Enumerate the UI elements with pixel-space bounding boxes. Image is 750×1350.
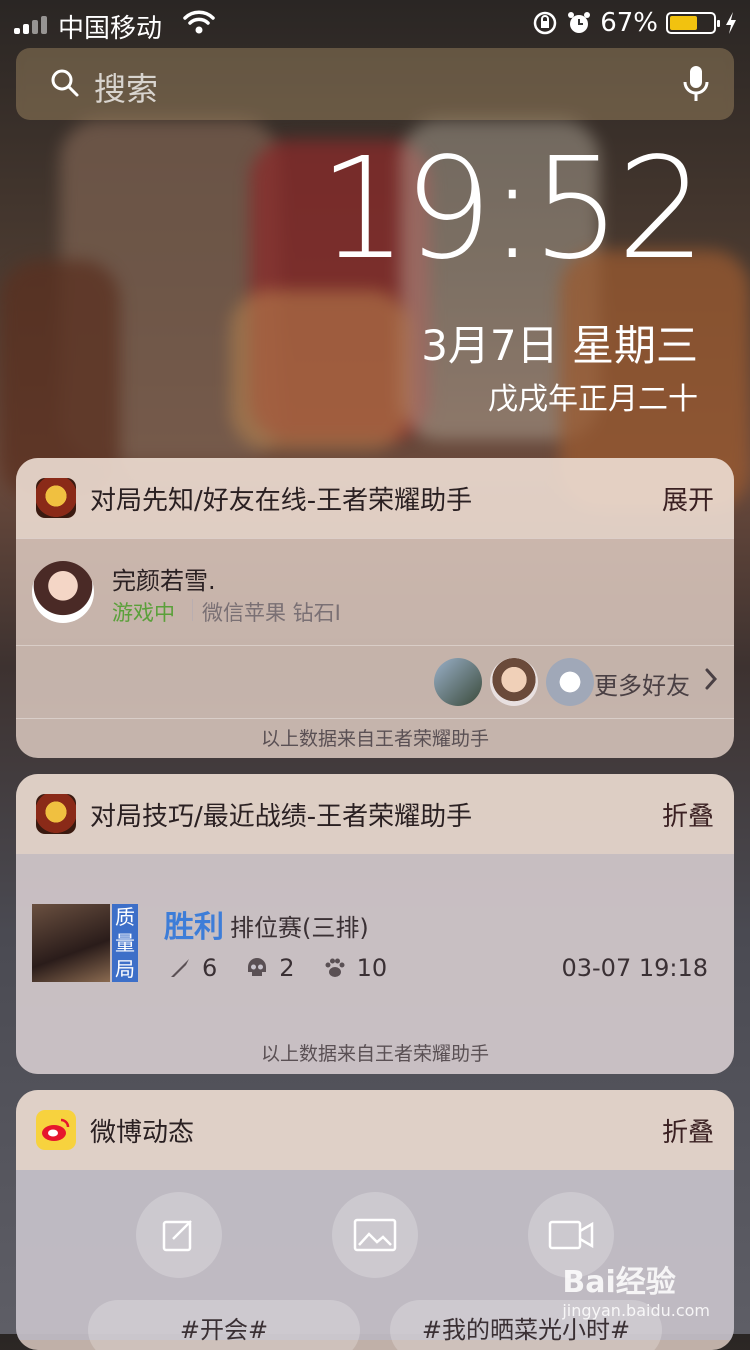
- search-icon: [51, 69, 79, 97]
- more-friends-row[interactable]: 更多好友: [16, 645, 734, 718]
- widget-friends-online: 对局先知/好友在线-王者荣耀助手 展开 完颜若雪. 游戏中 微信苹果 钻石I 更…: [16, 458, 734, 758]
- honor-of-kings-icon: [36, 794, 76, 834]
- chevron-right-icon: [705, 668, 718, 690]
- video-icon: [548, 1220, 594, 1250]
- orientation-lock-icon: [533, 11, 557, 35]
- lock-time: 19:52: [318, 128, 706, 291]
- widget-header: 微博动态 折叠: [16, 1090, 734, 1170]
- battle-mode: 排位赛(三排): [230, 914, 369, 942]
- widget-footer: 以上数据来自王者荣耀助手: [16, 718, 734, 758]
- wifi-icon: [183, 10, 215, 34]
- search-placeholder: 搜索: [94, 70, 159, 108]
- widget-footer: 以上数据来自王者荣耀助手: [16, 1034, 734, 1074]
- photo-button[interactable]: [332, 1192, 418, 1278]
- weibo-icon: [36, 1110, 76, 1150]
- lunar-date: 戊戌年正月二十: [488, 382, 698, 417]
- skull-icon: [248, 958, 267, 976]
- watermark-url: jingyan.baidu.com: [562, 1301, 710, 1320]
- friend-avatar: [32, 561, 94, 623]
- deaths-count: 2: [279, 954, 295, 982]
- assists-count: 10: [356, 954, 388, 982]
- charging-icon: [726, 12, 736, 34]
- topic-pill[interactable]: #开会#: [88, 1300, 360, 1350]
- watermark-brand: Bai经验: [562, 1265, 676, 1300]
- battle-record[interactable]: 质量局 胜利 排位赛(三排) 6 2 10 03-07 19:18: [16, 854, 734, 1034]
- kda-stats: 6 2 10: [168, 954, 405, 982]
- battery-percent: 67%: [600, 8, 658, 38]
- alarm-icon: [568, 12, 591, 33]
- widget-title: 对局技巧/最近战绩-王者荣耀助手: [90, 802, 473, 832]
- paw-icon: [325, 958, 345, 977]
- friend-status: 游戏中: [112, 601, 175, 625]
- kills-count: 6: [202, 954, 218, 982]
- friend-info: 微信苹果 钻石I: [202, 601, 341, 625]
- collapse-button[interactable]: 折叠: [662, 1112, 714, 1149]
- widget-recent-battles: 对局技巧/最近战绩-王者荣耀助手 折叠 质量局 胜利 排位赛(三排) 6 2 1…: [16, 774, 734, 1074]
- battle-time: 03-07 19:18: [561, 954, 708, 982]
- quality-badge: 质量局: [112, 904, 138, 982]
- widget-title: 对局先知/好友在线-王者荣耀助手: [90, 486, 473, 516]
- widget-header: 对局先知/好友在线-王者荣耀助手 展开: [16, 458, 734, 538]
- lock-date: 3月7日 星期三: [421, 321, 698, 370]
- collapse-button[interactable]: 折叠: [662, 796, 714, 833]
- friend-avatar: [490, 658, 538, 706]
- search-bar[interactable]: 搜索: [16, 48, 734, 120]
- friend-avatar: [546, 658, 594, 706]
- carrier-label: 中国移动: [58, 14, 163, 44]
- battery-icon: [666, 12, 720, 34]
- more-friends-label: 更多好友: [594, 672, 690, 700]
- friend-avatar: [434, 658, 482, 706]
- honor-of-kings-icon: [36, 478, 76, 518]
- status-bar: 中国移动 67%: [0, 0, 750, 48]
- microphone-icon[interactable]: [682, 64, 710, 104]
- compose-icon: [162, 1220, 192, 1252]
- friend-name: 完颜若雪.: [112, 567, 216, 595]
- sword-icon: [171, 959, 189, 977]
- hero-portrait: [32, 904, 110, 982]
- baidu-jingyan-watermark: Bai经验 jingyan.baidu.com: [562, 1257, 710, 1320]
- battle-result: 胜利: [164, 910, 224, 945]
- friend-row[interactable]: 完颜若雪. 游戏中 微信苹果 钻石I: [16, 538, 734, 645]
- photo-icon: [353, 1218, 397, 1252]
- widget-header: 对局技巧/最近战绩-王者荣耀助手 折叠: [16, 774, 734, 854]
- compose-button[interactable]: [136, 1192, 222, 1278]
- divider: [192, 599, 193, 621]
- widget-title: 微博动态: [90, 1118, 195, 1148]
- signal-icon: [14, 14, 47, 34]
- expand-button[interactable]: 展开: [662, 480, 714, 517]
